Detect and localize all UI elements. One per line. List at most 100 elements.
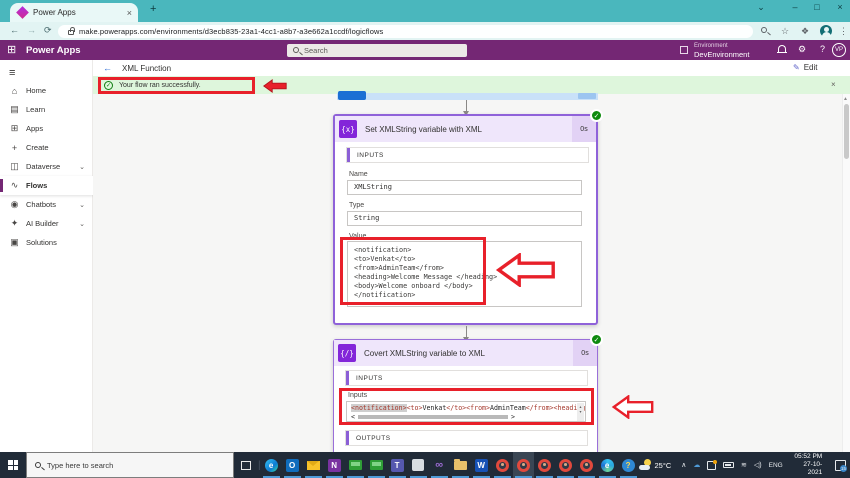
onedrive-cloud-icon[interactable]: ☁ [693,461,700,469]
type-field-value[interactable]: String [347,211,582,226]
browser-menu-icon[interactable]: ⋮ [839,26,848,37]
environment-label: Environment [694,43,728,49]
taskbar-remote-desktop-icon[interactable] [345,452,366,478]
taskbar-mail-icon[interactable] [303,452,324,478]
back-button[interactable]: ← [103,63,112,73]
action-center-icon[interactable]: 15 [835,460,846,471]
chatbots-icon: ◉ [9,199,20,210]
tab-close-icon[interactable]: × [127,8,132,18]
section-accent-bar [347,148,350,162]
scrollbar-thumb[interactable] [844,104,849,159]
taskbar-help-icon[interactable]: ? [618,452,639,478]
trigger-card-button[interactable] [338,91,366,100]
window-minimize-icon[interactable]: – [785,2,805,12]
sidebar-item-create[interactable]: + Create [0,138,93,157]
sidebar-item-home[interactable]: ⌂ Home [0,81,93,100]
scrollbar-up-icon[interactable]: ▲ [843,96,848,102]
notifications-bell-icon[interactable] [778,45,786,52]
temperature[interactable]: 25°C [655,461,672,470]
taskbar-remote-desktop-icon[interactable] [366,452,387,478]
dataverse-icon: ◫ [9,161,20,172]
speaker-icon[interactable]: ◁) [754,461,762,469]
taskbar-visual-studio-icon[interactable]: ∞ [429,452,450,478]
taskbar-chrome-icon[interactable] [492,452,513,478]
taskbar-word-icon[interactable]: W [471,452,492,478]
alert-badge-icon[interactable] [707,461,716,470]
edit-button[interactable]: ✎ Edit [793,63,818,72]
trigger-card-cutoff[interactable] [337,93,598,100]
browser-reload-icon[interactable]: ⟳ [44,25,52,36]
name-field-value[interactable]: XMLString [347,180,582,195]
browser-forward-icon[interactable]: → [27,25,36,35]
taskbar-chrome-icon-active[interactable] [513,452,534,478]
taskbar-chrome-icon[interactable] [576,452,597,478]
compose-action-icon: {/} [338,344,356,362]
taskbar-edge-dev-icon[interactable]: e [597,452,618,478]
settings-gear-icon[interactable]: ⚙ [798,44,806,55]
taskbar-edge-icon[interactable]: e [261,452,282,478]
taskbar-apps: e O N T ∞ W e ? [261,452,639,478]
date: 27-10-2021 [803,461,822,476]
user-avatar[interactable]: VP [832,43,846,57]
browser-profile-avatar[interactable] [820,25,832,37]
taskbar-onenote-icon[interactable]: N [324,452,345,478]
apps-icon: ⊞ [9,123,20,134]
solutions-icon: ▣ [9,237,20,248]
browser-address-bar: ← → ⟳ make.powerapps.com/environments/d3… [0,22,850,40]
windows-logo-icon [8,460,18,470]
weather-icon[interactable] [639,461,651,470]
banner-close-icon[interactable]: × [831,80,836,89]
card-title: Set XMLString variable with XML [365,125,482,134]
new-tab-button[interactable]: + [150,3,156,15]
sidebar-item-chatbots[interactable]: ◉ Chatbots ⌄ [0,195,93,214]
extensions-icon[interactable]: ❖ [801,26,809,37]
powerapps-favicon [16,6,29,19]
variable-action-icon: {x} [339,120,357,138]
bookmark-star-icon[interactable]: ☆ [781,26,789,37]
clock[interactable]: 05:52 PM 27-10-2021 [790,453,822,477]
taskbar-chrome-icon[interactable] [534,452,555,478]
taskbar-folder-icon[interactable] [450,452,471,478]
browser-back-icon[interactable]: ← [10,25,19,35]
battery-icon[interactable] [723,462,734,468]
sidebar-item-flows[interactable]: ∿ Flows [0,176,93,195]
environment-name[interactable]: DevEnvironment [694,50,749,59]
flows-icon: ∿ [9,180,20,191]
outputs-section-header[interactable]: OUTPUTS [345,430,588,446]
help-icon[interactable]: ? [820,44,825,54]
annotation-arrow-left [258,79,292,93]
taskbar-chrome-icon[interactable] [555,452,576,478]
browser-tab[interactable]: Power Apps × [10,3,138,22]
card-title: Covert XMLString variable to XML [364,349,485,358]
sidebar-item-learn[interactable]: ▤ Learn [0,100,93,119]
inputs-section-header[interactable]: INPUTS [346,147,589,163]
window-chevron-icon[interactable]: ⌄ [751,2,771,13]
window-close-icon[interactable]: × [830,2,850,12]
network-icon[interactable]: ≋ [741,461,747,469]
taskbar-teams-icon[interactable]: T [387,452,408,478]
inputs-section-header[interactable]: INPUTS [345,370,588,386]
sidebar-item-ai-builder[interactable]: ✦ AI Builder ⌄ [0,214,93,233]
header-search-input[interactable]: Search [287,44,467,57]
language-indicator[interactable]: ENG [769,462,783,469]
sidebar-item-solutions[interactable]: ▣ Solutions [0,233,93,252]
zoom-icon[interactable] [761,25,767,35]
card-header[interactable]: {/} Covert XMLString variable to XML 0s [334,340,597,366]
start-button[interactable] [0,452,26,478]
window-maximize-icon[interactable]: □ [807,2,827,12]
sidebar-item-dataverse[interactable]: ◫ Dataverse ⌄ [0,157,93,176]
section-accent-bar [346,431,349,445]
waffle-icon[interactable]: ⊞ [7,43,16,56]
taskbar-photos-icon[interactable] [408,452,429,478]
hamburger-menu-icon[interactable]: ≡ [9,67,15,79]
taskbar-search-input[interactable]: Type here to search [26,452,234,478]
card-header[interactable]: {x} Set XMLString variable with XML 0s [335,116,596,142]
annotation-arrow-left [605,395,661,419]
sidebar-item-apps[interactable]: ⊞ Apps [0,119,93,138]
task-view-icon[interactable] [241,461,251,470]
chevron-down-icon: ⌄ [79,163,85,171]
tray-chevron-icon[interactable]: ∧ [681,461,686,469]
taskbar-outlook-icon[interactable]: O [282,452,303,478]
url-bar[interactable]: make.powerapps.com/environments/d3ecb835… [58,25,753,38]
chevron-down-icon: ⌄ [79,201,85,209]
